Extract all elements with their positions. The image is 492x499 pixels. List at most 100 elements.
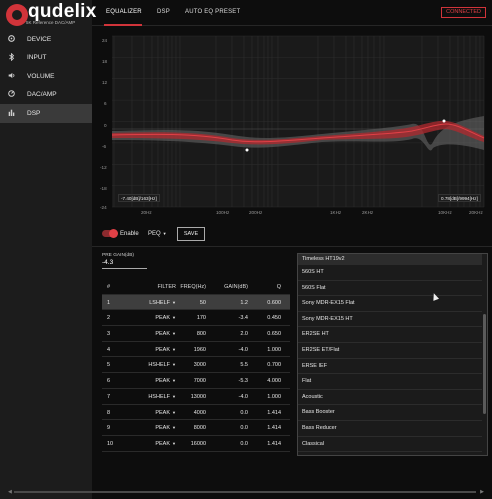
- gain-value[interactable]: -3.4: [220, 315, 248, 321]
- pre-gain-field[interactable]: PRE GAIN(dB) -4.3: [102, 253, 147, 269]
- filter-type-value: HSHELF: [148, 362, 171, 369]
- auto-eq-preset-list[interactable]: Timeless HT19v2 560S HT 560S Flat Sony MDR-…: [297, 253, 488, 456]
- gain-value[interactable]: 5.5: [220, 362, 248, 368]
- pre-gain-value[interactable]: -4.3: [102, 259, 147, 269]
- gain-value[interactable]: -4.0: [220, 347, 248, 353]
- y-tick-label: -24: [100, 205, 107, 210]
- freq-value[interactable]: 1960: [172, 347, 206, 353]
- filter-type-select[interactable]: HSHELF ▼: [124, 394, 176, 400]
- sidebar-item-device[interactable]: DEVICE: [0, 30, 92, 49]
- gain-value[interactable]: -4.0: [220, 394, 248, 400]
- filter-type-select[interactable]: PEAK ▼: [124, 331, 176, 337]
- filter-type-select[interactable]: PEAK ▼: [124, 410, 176, 416]
- preset-item[interactable]: Sony MDR-EX15 HT: [298, 312, 487, 328]
- connection-status-badge: CONNECTED: [441, 7, 486, 18]
- q-value[interactable]: 1.000: [252, 347, 281, 353]
- eq-point-marker[interactable]: [442, 119, 446, 123]
- preset-item[interactable]: ERSE IEF: [298, 359, 487, 375]
- eq-point-marker[interactable]: [245, 148, 249, 152]
- preset-item[interactable]: Bass Reducer: [298, 421, 487, 437]
- table-row[interactable]: 8 PEAK ▼ 4000 0.0 1.414: [102, 405, 290, 421]
- q-value[interactable]: 0.650: [252, 331, 281, 337]
- gain-value[interactable]: 0.0: [220, 441, 248, 447]
- x-tick-label: 20KHz: [469, 210, 483, 215]
- horizontal-scrollbar[interactable]: ◀ ▶: [8, 489, 484, 495]
- preset-item[interactable]: Flat: [298, 374, 487, 390]
- gain-value[interactable]: 0.0: [220, 410, 248, 416]
- table-row[interactable]: 5 HSHELF ▼ 3000 5.5 0.700: [102, 357, 290, 374]
- horizontal-scrollbar-thumb[interactable]: [14, 491, 476, 493]
- filter-type-select[interactable]: PEAK ▼: [124, 441, 176, 447]
- gain-value[interactable]: 2.0: [220, 331, 248, 337]
- sidebar-item-volume[interactable]: VOLUME: [0, 67, 92, 86]
- filter-type-select[interactable]: PEAK ▼: [124, 425, 176, 431]
- q-value[interactable]: 1.414: [252, 441, 281, 447]
- table-row[interactable]: 9 PEAK ▼ 8000 0.0 1.414: [102, 420, 290, 436]
- gain-value[interactable]: -5.3: [220, 378, 248, 384]
- freq-value[interactable]: 16000: [172, 441, 206, 447]
- filter-type-select[interactable]: HSHELF ▼: [124, 362, 176, 368]
- q-value[interactable]: 0.600: [252, 300, 281, 306]
- table-row[interactable]: 2 PEAK ▼ 170 -3.4 0.450: [102, 310, 290, 327]
- freq-value[interactable]: 50: [172, 300, 206, 306]
- preset-item[interactable]: Timeless HT19v2: [298, 254, 487, 265]
- freq-value[interactable]: 8000: [172, 425, 206, 431]
- freq-value[interactable]: 13000: [172, 394, 206, 400]
- preset-scrollbar[interactable]: [482, 254, 487, 455]
- scroll-left-icon[interactable]: ◀: [8, 489, 12, 495]
- tab-equalizer[interactable]: EQUALIZER: [106, 9, 142, 15]
- eq-curve-svg: [111, 35, 485, 208]
- q-value[interactable]: 1.000: [252, 394, 281, 400]
- y-tick-label: -6: [102, 144, 107, 149]
- freq-value[interactable]: 170: [172, 315, 206, 321]
- preset-item[interactable]: Acoustic: [298, 390, 487, 406]
- sidebar-item-dac-amp[interactable]: DAC/AMP: [0, 86, 92, 105]
- table-row[interactable]: 1 LSHELF ▼ 50 1.2 0.600: [102, 294, 290, 311]
- freq-value[interactable]: 800: [172, 331, 206, 337]
- q-value[interactable]: 0.450: [252, 315, 281, 321]
- sidebar-item-input[interactable]: INPUT: [0, 49, 92, 68]
- filter-type-select[interactable]: PEAK ▼: [124, 315, 176, 321]
- tab-auto-eq-preset[interactable]: AUTO EQ PRESET: [185, 9, 240, 15]
- row-index: 8: [107, 409, 111, 416]
- cursor-readout-right: 0.78[dB]/9994[Hz]: [438, 194, 481, 202]
- preset-scrollbar-thumb[interactable]: [483, 314, 486, 414]
- freq-value[interactable]: 7000: [172, 378, 206, 384]
- cursor-readout-left: -7.40[dB]/163[Hz]: [118, 194, 160, 202]
- filter-type-select[interactable]: LSHELF ▼: [124, 300, 176, 306]
- table-row[interactable]: 6 PEAK ▼ 7000 -5.3 4.000: [102, 373, 290, 389]
- eq-frequency-graph[interactable]: 24 18 12 6 0 -6 -12 -18 -24 20Hz 100Hz 2…: [92, 32, 492, 218]
- q-value[interactable]: 0.700: [252, 362, 281, 368]
- filter-type-value: PEAK: [155, 331, 171, 338]
- freq-value[interactable]: 3000: [172, 362, 206, 368]
- preset-item[interactable]: ER2SE HT: [298, 327, 487, 343]
- x-tick-label: 10KHz: [438, 210, 452, 215]
- preset-item[interactable]: Sony MDR-EX15 Flat: [298, 296, 487, 312]
- q-value[interactable]: 1.414: [252, 410, 281, 416]
- eq-mode-select[interactable]: PEQ ▼: [148, 231, 167, 237]
- table-row[interactable]: 10 PEAK ▼ 16000 0.0 1.414: [102, 436, 290, 452]
- filter-type-select[interactable]: PEAK ▼: [124, 378, 176, 384]
- gain-value[interactable]: 1.2: [220, 300, 248, 306]
- enable-toggle[interactable]: [102, 229, 118, 238]
- scroll-right-icon[interactable]: ▶: [480, 489, 484, 495]
- q-value[interactable]: 1.414: [252, 425, 281, 431]
- preset-item[interactable]: 560S HT: [298, 265, 487, 281]
- preset-item[interactable]: 560S Flat: [298, 281, 487, 297]
- preset-item[interactable]: ER2SE ET/Flat: [298, 343, 487, 359]
- freq-value[interactable]: 4000: [172, 410, 206, 416]
- logo-mark-icon: [6, 4, 28, 26]
- gain-value[interactable]: 0.0: [220, 425, 248, 431]
- filter-type-select[interactable]: PEAK ▼: [124, 347, 176, 353]
- table-row[interactable]: 4 PEAK ▼ 1960 -4.0 1.000: [102, 342, 290, 358]
- table-row[interactable]: 7 HSHELF ▼ 13000 -4.0 1.000: [102, 389, 290, 405]
- tab-dsp[interactable]: DSP: [157, 9, 170, 15]
- preset-item[interactable]: Classical: [298, 437, 487, 453]
- q-value[interactable]: 4.000: [252, 378, 281, 384]
- sidebar: qudelix 5K Reference DAC/AMP DEVICE INPU…: [0, 0, 96, 499]
- table-row[interactable]: 3 PEAK ▼ 800 2.0 0.650: [102, 326, 290, 342]
- row-index: 5: [107, 362, 111, 369]
- sidebar-item-dsp[interactable]: DSP: [0, 104, 92, 123]
- preset-item[interactable]: Bass Booster: [298, 405, 487, 421]
- save-button[interactable]: SAVE: [177, 227, 205, 241]
